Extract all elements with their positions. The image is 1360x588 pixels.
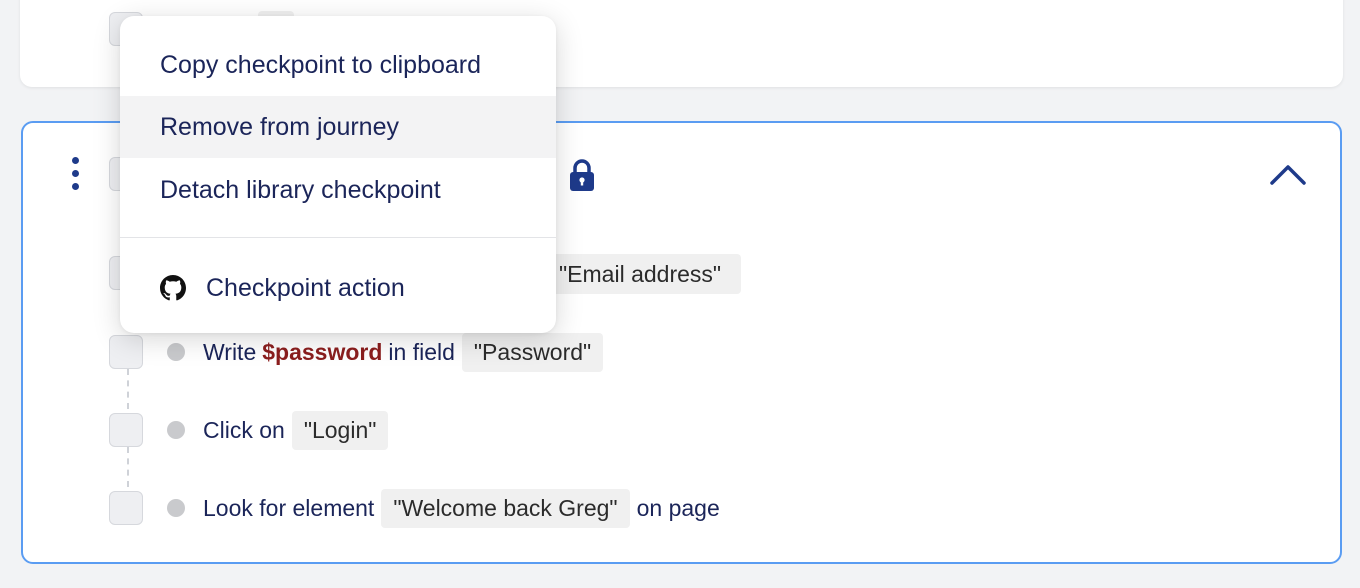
menu-item-label: Checkpoint action [206, 273, 405, 302]
menu-divider [120, 237, 556, 238]
menu-item-copy-checkpoint[interactable]: Copy checkpoint to clipboard [120, 34, 556, 96]
step-connector [127, 369, 129, 409]
menu-item-label: Detach library checkpoint [160, 175, 441, 204]
menu-item-checkpoint-action[interactable]: Checkpoint action [120, 257, 556, 319]
step-checkbox[interactable] [109, 491, 143, 525]
step-target-chip: "Email address" [551, 254, 741, 294]
step-action-text: in field [388, 338, 455, 365]
step-row: Write $password in field "Password" [109, 332, 610, 372]
step-target-chip: "Welcome back Greg" [381, 488, 630, 528]
more-options-icon[interactable] [69, 157, 81, 197]
step-checkbox[interactable] [109, 335, 143, 369]
step-row: Look for element "Welcome back Greg" on … [109, 488, 720, 528]
github-icon [160, 275, 186, 301]
menu-item-detach-library-checkpoint[interactable]: Detach library checkpoint [120, 159, 556, 221]
menu-item-label: Remove from journey [160, 112, 399, 141]
step-action-text: on page [636, 494, 720, 521]
menu-item-label: Copy checkpoint to clipboard [160, 50, 482, 79]
step-action-text: Write [203, 338, 257, 365]
step-status-dot [167, 499, 185, 517]
step-action-text: Look for element [203, 494, 375, 521]
step-checkbox[interactable] [109, 413, 143, 447]
step-action-text: Click on [203, 416, 285, 443]
chevron-up-icon[interactable] [1268, 159, 1308, 189]
step-target-chip: "Password" [461, 332, 604, 372]
checkpoint-context-menu: Copy checkpoint to clipboard Remove from… [120, 16, 556, 333]
step-target-chip: "Login" [291, 410, 389, 450]
lock-icon [570, 159, 594, 191]
menu-item-remove-from-journey[interactable]: Remove from journey [120, 96, 556, 158]
step-status-dot [167, 421, 185, 439]
step-variable: $password [262, 338, 383, 365]
step-status-dot [167, 343, 185, 361]
step-connector [127, 447, 129, 487]
step-row: Click on "Login" [109, 410, 395, 450]
